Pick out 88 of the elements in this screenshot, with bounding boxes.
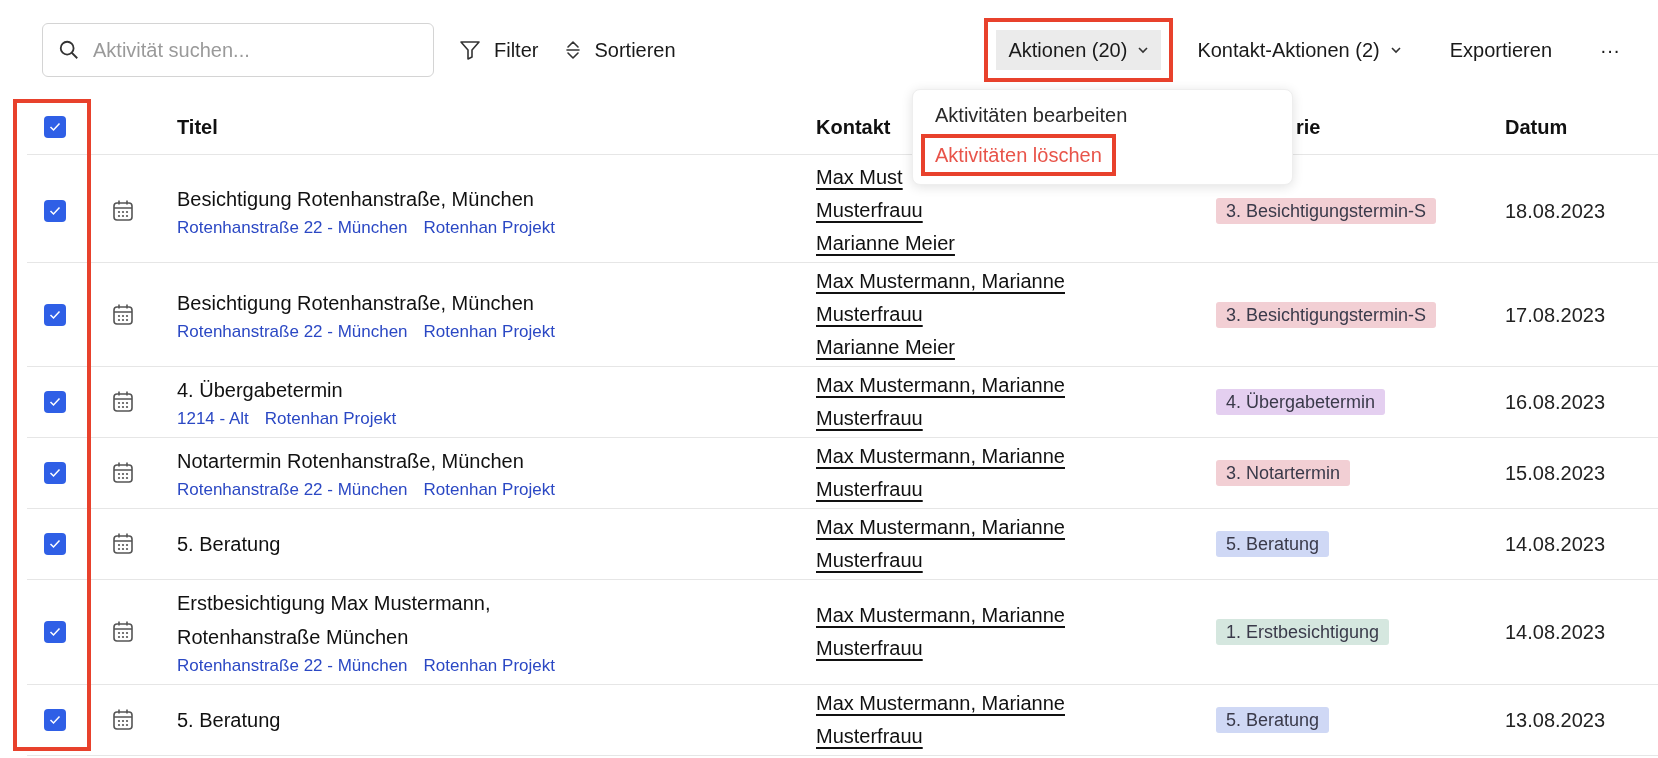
- contact-link[interactable]: Max Mustermann, Marianne: [816, 369, 1065, 402]
- checkmark-icon: [49, 122, 61, 132]
- column-header: Kontakt: [816, 116, 891, 138]
- sort-icon: [564, 40, 583, 60]
- calendar-icon: [112, 620, 134, 644]
- link[interactable]: Rotenhanstraße 22 - München: [177, 215, 408, 240]
- filter-button[interactable]: Filter: [450, 28, 547, 72]
- checkmark-icon: [49, 715, 61, 725]
- contact-link[interactable]: Marianne Meier: [816, 227, 955, 260]
- contact-link[interactable]: Musterfrauu: [816, 402, 923, 435]
- link[interactable]: Rotenhanstraße 22 - München: [177, 319, 408, 344]
- search-field[interactable]: Aktivität suchen...: [42, 23, 434, 77]
- checkbox[interactable]: [44, 391, 66, 413]
- contact-link[interactable]: Musterfrauu: [816, 720, 923, 753]
- link[interactable]: Rotenhan Projekt: [423, 215, 555, 240]
- menu-item[interactable]: Aktivitäten bearbeiten: [925, 98, 1138, 132]
- category-tag: 5. Beratung: [1216, 531, 1330, 557]
- calendar-icon: [112, 532, 134, 556]
- checkbox[interactable]: [44, 462, 66, 484]
- calendar-icon: [112, 461, 134, 485]
- category-tag: 5. Beratung: [1216, 707, 1330, 733]
- activity-title: Notartermin Rotenhanstraße, München: [177, 449, 525, 474]
- checkbox[interactable]: [44, 533, 66, 555]
- column-header: Titel: [177, 116, 218, 138]
- activity-title: Besichtigung Rotenhanstraße, München: [177, 186, 535, 212]
- activity-title: 4. Übergabetermin: [177, 378, 344, 403]
- dropdown-button[interactable]: Kontakt-Aktionen (2): [1173, 18, 1426, 82]
- chevron-down-icon: [1137, 46, 1150, 54]
- contact-link[interactable]: Max Must: [816, 161, 903, 194]
- calendar-icon: [112, 302, 134, 327]
- contact-link[interactable]: Max Mustermann, Marianne: [816, 599, 1065, 632]
- contact-link[interactable]: Musterfrauu: [816, 194, 923, 227]
- checkmark-icon: [49, 205, 61, 216]
- date: 15.08.2023: [1505, 462, 1606, 484]
- contact-link[interactable]: Musterfrauu: [816, 632, 923, 665]
- column-header: Datum: [1505, 116, 1568, 138]
- category-tag: 1. Erstbesichtigung: [1216, 619, 1390, 645]
- date: 16.08.2023: [1505, 391, 1606, 413]
- link[interactable]: Rotenhanstraße 22 - München: [177, 654, 408, 678]
- chevron-down-icon: [1389, 46, 1402, 54]
- activity-title: Besichtigung Rotenhanstraße, München: [177, 290, 535, 316]
- link[interactable]: 1214 - Alt: [177, 407, 249, 431]
- link[interactable]: Rotenhan Projekt: [423, 319, 555, 344]
- export-button[interactable]: Exportieren: [1425, 18, 1576, 82]
- contact-link[interactable]: Max Mustermann, Marianne: [816, 687, 1065, 720]
- contact-link[interactable]: Musterfrauu: [816, 298, 923, 331]
- column-header: rie: [1296, 116, 1321, 138]
- activity-title: Erstbesichtigung Max Mustermann, Rotenhanstraße München: [177, 591, 492, 650]
- contact-link[interactable]: Musterfrauu: [816, 473, 923, 506]
- category-tag: 3. Besichtigungstermin-S: [1216, 301, 1437, 328]
- date: 17.08.2023: [1505, 303, 1606, 326]
- checkmark-icon: [49, 468, 61, 478]
- checkmark-icon: [49, 539, 61, 549]
- link[interactable]: Rotenhan Projekt: [264, 407, 397, 431]
- checkmark-icon: [49, 309, 61, 320]
- contact-link[interactable]: Marianne Meier: [816, 331, 955, 364]
- checkbox[interactable]: [44, 199, 66, 222]
- link[interactable]: Rotenhanstraße 22 - München: [177, 478, 408, 502]
- date: 18.08.2023: [1505, 199, 1606, 222]
- activity-title: 5. Beratung: [177, 708, 282, 733]
- calendar-icon: [112, 390, 134, 414]
- date: 14.08.2023: [1505, 533, 1606, 555]
- dropdown-button[interactable]: Aktionen (20): [984, 18, 1174, 82]
- link[interactable]: Rotenhan Projekt: [423, 654, 555, 678]
- category-tag: 3. Notartermin: [1216, 460, 1351, 486]
- checkbox[interactable]: [44, 116, 66, 138]
- calendar-icon: [112, 198, 134, 223]
- more-button[interactable]: ···: [1576, 18, 1644, 82]
- checkmark-icon: [49, 627, 61, 637]
- search-icon: [58, 39, 80, 61]
- category-tag: 4. Übergabetermin: [1216, 389, 1386, 415]
- menu-item[interactable]: Aktivitäten löschen: [925, 138, 1112, 172]
- checkmark-icon: [49, 397, 61, 407]
- contact-link[interactable]: Max Mustermann, Marianne: [816, 440, 1065, 473]
- calendar-icon: [112, 708, 134, 732]
- contact-link[interactable]: Max Mustermann, Marianne: [816, 511, 1065, 544]
- contact-link[interactable]: Max Mustermann, Marianne: [816, 265, 1065, 298]
- checkbox[interactable]: [44, 303, 66, 326]
- contact-link[interactable]: Musterfrauu: [816, 544, 923, 577]
- date: 13.08.2023: [1505, 709, 1606, 731]
- link[interactable]: Rotenhan Projekt: [423, 478, 555, 502]
- sort-button[interactable]: Sortieren: [556, 28, 684, 72]
- category-tag: 3. Besichtigungstermin-S: [1216, 197, 1437, 224]
- checkbox[interactable]: [44, 709, 66, 731]
- checkbox[interactable]: [44, 621, 66, 643]
- date: 14.08.2023: [1505, 621, 1606, 643]
- filter-icon: [458, 38, 482, 62]
- activity-title: 5. Beratung: [177, 532, 282, 557]
